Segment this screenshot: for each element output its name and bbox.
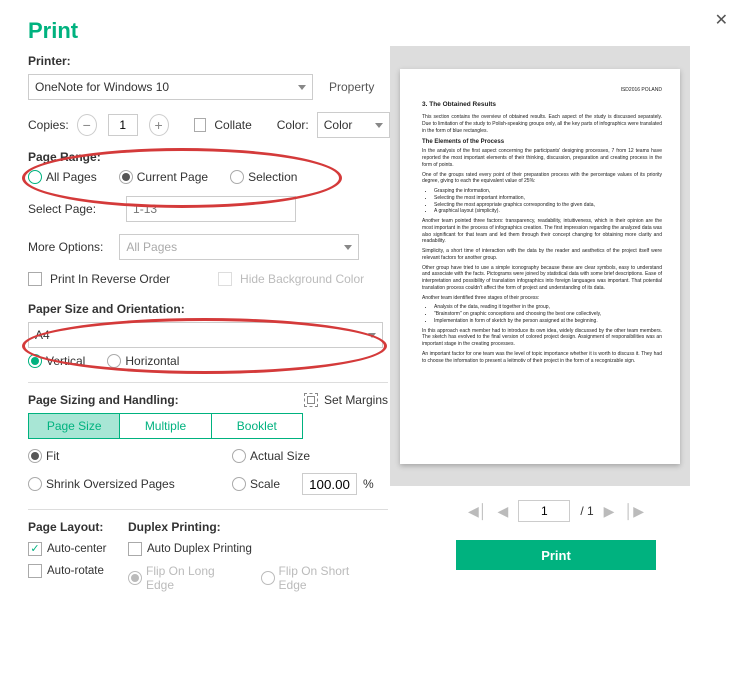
printer-label: Printer: [28,54,71,68]
next-page-button[interactable]: ▶ [604,503,615,520]
prev-page-button[interactable]: ◀ [498,503,509,520]
copies-input[interactable] [108,114,138,136]
all-pages-radio[interactable]: All Pages [28,170,97,184]
sizing-tabs: Page Size Multiple Booklet [28,413,303,439]
set-margins-link[interactable]: Set Margins [304,393,388,407]
horizontal-radio[interactable]: Horizontal [107,354,179,368]
chevron-down-icon [375,123,383,128]
select-page-input[interactable] [126,196,296,222]
auto-rotate-checkbox[interactable] [28,564,42,578]
shrink-radio[interactable]: Shrink Oversized Pages [28,477,218,491]
more-options-select[interactable]: All Pages [119,234,359,260]
chevron-down-icon [298,85,306,90]
dialog-title: Print [28,18,390,44]
margins-icon [304,393,318,407]
paper-size-value: A4 [35,328,50,342]
page-range-label: Page Range: [28,150,101,164]
printer-select[interactable]: OneNote for Windows 10 [28,74,313,100]
chevron-down-icon [368,333,376,338]
print-button[interactable]: Print [456,540,656,570]
actual-size-radio[interactable]: Actual Size [232,449,310,463]
property-link[interactable]: Property [329,80,374,94]
collate-label: Collate [214,118,251,132]
collate-checkbox[interactable] [194,118,207,132]
vertical-radio[interactable]: Vertical [28,354,85,368]
printer-value: OneNote for Windows 10 [35,80,169,94]
tab-page-size[interactable]: Page Size [29,414,119,438]
flip-long-radio: Flip On Long Edge [128,564,242,592]
auto-duplex-checkbox[interactable] [128,542,142,556]
more-options-label: More Options: [28,240,103,254]
page-total: / 1 [580,504,593,518]
auto-center-checkbox[interactable] [28,542,42,556]
copies-label: Copies: [28,118,69,132]
sizing-label: Page Sizing and Handling: [28,393,179,407]
first-page-button[interactable]: ◀│ [468,503,488,520]
percent-label: % [363,477,374,491]
fit-radio[interactable]: Fit [28,449,218,463]
hide-bg-label: Hide Background Color [240,272,364,286]
paper-size-select[interactable]: A4 [28,322,383,348]
flip-short-radio: Flip On Short Edge [261,564,376,592]
page-number-input[interactable] [518,500,570,522]
select-page-label: Select Page: [28,202,96,216]
reverse-order-checkbox[interactable] [28,272,42,286]
pager: ◀│ ◀ / 1 ▶ │▶ [390,500,722,522]
tab-multiple[interactable]: Multiple [119,414,210,438]
preview-panel: ISD2016 POLAND 3. The Obtained Results T… [390,0,742,592]
hide-bg-checkbox[interactable] [218,272,232,286]
current-page-radio[interactable]: Current Page [119,170,208,184]
reverse-order-label: Print In Reverse Order [50,272,170,286]
color-label: Color: [277,118,309,132]
color-value: Color [324,118,353,132]
page-layout-label: Page Layout: [28,520,103,534]
last-page-button[interactable]: │▶ [624,503,644,520]
scale-radio[interactable]: Scale [232,477,280,491]
tab-booklet[interactable]: Booklet [211,414,302,438]
copies-minus-button[interactable]: − [77,114,97,136]
page-preview: ISD2016 POLAND 3. The Obtained Results T… [400,69,680,464]
color-select[interactable]: Color [317,112,390,138]
copies-plus-button[interactable]: + [149,114,169,136]
selection-radio[interactable]: Selection [230,170,297,184]
duplex-label: Duplex Printing: [128,520,221,534]
preview-area: ISD2016 POLAND 3. The Obtained Results T… [390,46,690,486]
more-options-value: All Pages [126,240,177,254]
settings-panel: Print Printer: OneNote for Windows 10 Pr… [0,0,390,592]
scale-input[interactable] [302,473,357,495]
chevron-down-icon [344,245,352,250]
paper-label: Paper Size and Orientation: [28,302,185,316]
